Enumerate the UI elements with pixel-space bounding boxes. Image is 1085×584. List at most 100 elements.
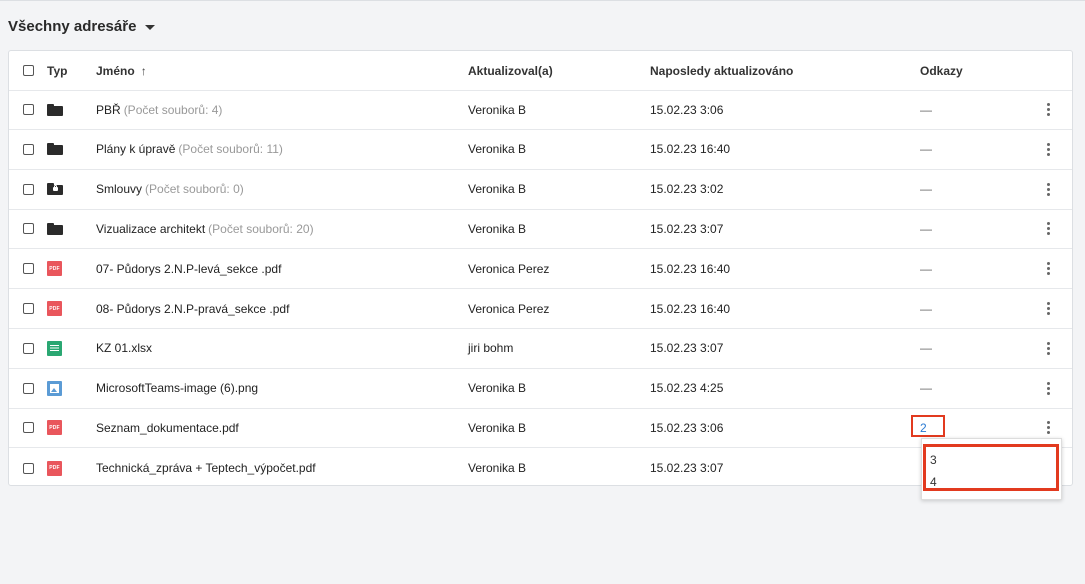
file-name-cell[interactable]: Smlouvy (Počet souborů: 0) bbox=[96, 170, 244, 209]
column-header-name-label: Jméno bbox=[96, 63, 135, 78]
last-updated: 15.02.23 3:07 bbox=[650, 341, 724, 356]
links-empty: — bbox=[920, 102, 932, 117]
links-empty: — bbox=[920, 221, 932, 236]
page-title: Všechny adresáře bbox=[8, 18, 137, 35]
column-header-type[interactable]: Typ bbox=[47, 51, 67, 90]
more-actions-icon[interactable] bbox=[1041, 300, 1056, 317]
updated-by: Veronica Perez bbox=[468, 301, 550, 316]
file-name-cell[interactable]: PBŘ (Počet souborů: 4) bbox=[96, 90, 222, 129]
row-checkbox[interactable] bbox=[23, 462, 34, 474]
row-checkbox[interactable] bbox=[23, 263, 34, 275]
table-row[interactable]: PDF 08- Půdorys 2.N.P-pravá_sekce .pdf V… bbox=[9, 289, 1072, 329]
more-actions-icon[interactable] bbox=[1041, 181, 1056, 198]
links-empty: — bbox=[920, 341, 932, 356]
file-name-cell[interactable]: KZ 01.xlsx bbox=[96, 329, 152, 368]
file-name-cell[interactable]: Technická_zpráva + Teptech_výpočet.pdf bbox=[96, 448, 316, 488]
file-name: Plány k úpravě bbox=[96, 142, 176, 157]
table-row[interactable]: Smlouvy (Počet souborů: 0) Veronika B 15… bbox=[9, 170, 1072, 210]
file-name: PBŘ bbox=[96, 102, 121, 117]
updated-by: Veronika B bbox=[468, 182, 527, 197]
more-actions-icon[interactable] bbox=[1041, 220, 1056, 237]
last-updated: 15.02.23 3:06 bbox=[650, 420, 724, 435]
updated-by: Veronica Perez bbox=[468, 261, 550, 276]
links-empty: — bbox=[920, 182, 932, 197]
row-checkbox[interactable] bbox=[23, 104, 34, 115]
folder-icon bbox=[47, 103, 63, 116]
file-count: (Počet souborů: 11) bbox=[178, 142, 283, 157]
file-name: 08- Půdorys 2.N.P-pravá_sekce .pdf bbox=[96, 301, 290, 316]
last-updated: 15.02.23 3:07 bbox=[650, 221, 724, 236]
last-updated: 15.02.23 3:07 bbox=[650, 461, 724, 476]
select-all-checkbox[interactable] bbox=[23, 65, 34, 76]
dropdown-item[interactable]: 3 bbox=[930, 453, 937, 467]
more-actions-icon[interactable] bbox=[1041, 340, 1056, 357]
dropdown-item[interactable]: 4 bbox=[930, 475, 937, 489]
more-actions-icon[interactable] bbox=[1041, 141, 1056, 158]
links-empty: — bbox=[920, 301, 932, 316]
sort-ascending-icon: ↑ bbox=[140, 63, 147, 78]
table-row[interactable]: MicrosoftTeams-image (6).png Veronika B … bbox=[9, 369, 1072, 409]
links-empty: — bbox=[920, 261, 932, 276]
links-count[interactable]: 2 bbox=[920, 421, 927, 435]
file-name: Smlouvy bbox=[96, 182, 143, 197]
file-name-cell[interactable]: Plány k úpravě (Počet souborů: 11) bbox=[96, 130, 283, 169]
links-empty: — bbox=[920, 142, 932, 157]
all-directories-dropdown[interactable]: Všechny adresáře bbox=[8, 18, 156, 35]
table-row[interactable]: PDF Technická_zpráva + Teptech_výpočet.p… bbox=[9, 448, 1072, 488]
links-dropdown: 3 4 bbox=[921, 438, 1062, 500]
updated-by: Veronika B bbox=[468, 461, 527, 476]
spreadsheet-icon bbox=[47, 340, 62, 356]
row-checkbox[interactable] bbox=[23, 342, 34, 354]
more-actions-icon[interactable] bbox=[1041, 380, 1056, 397]
column-header-links[interactable]: Odkazy bbox=[920, 51, 963, 90]
dropdown-highlight-box bbox=[923, 444, 1059, 491]
file-name: Seznam_dokumentace.pdf bbox=[96, 420, 239, 435]
file-name-cell[interactable]: 08- Půdorys 2.N.P-pravá_sekce .pdf bbox=[96, 289, 289, 328]
last-updated: 15.02.23 3:02 bbox=[650, 182, 724, 197]
table-row[interactable]: PDF Seznam_dokumentace.pdf Veronika B 15… bbox=[9, 408, 1072, 449]
row-checkbox[interactable] bbox=[23, 422, 34, 434]
row-checkbox[interactable] bbox=[23, 143, 34, 155]
pdf-icon: PDF bbox=[47, 261, 62, 277]
file-count: (Počet souborů: 20) bbox=[208, 221, 314, 236]
table-row[interactable]: KZ 01.xlsx jiri bohm 15.02.23 3:07 — bbox=[9, 329, 1072, 369]
pdf-icon: PDF bbox=[47, 460, 62, 476]
row-checkbox[interactable] bbox=[23, 223, 34, 235]
updated-by: Veronika B bbox=[468, 221, 527, 236]
file-name: Technická_zpráva + Teptech_výpočet.pdf bbox=[96, 461, 316, 476]
file-name-cell[interactable]: MicrosoftTeams-image (6).png bbox=[96, 369, 258, 408]
files-table: Typ Jméno ↑ Aktualizoval(a) Naposledy ak… bbox=[8, 50, 1073, 486]
file-name: MicrosoftTeams-image (6).png bbox=[96, 381, 259, 396]
updated-by: Veronika B bbox=[468, 142, 527, 157]
row-checkbox[interactable] bbox=[23, 382, 34, 394]
table-row[interactable]: Plány k úpravě (Počet souborů: 11) Veron… bbox=[9, 130, 1072, 170]
folder-icon bbox=[47, 143, 63, 156]
last-updated: 15.02.23 16:40 bbox=[650, 261, 731, 276]
pdf-icon: PDF bbox=[47, 420, 62, 436]
table-row[interactable]: PDF 07- Půdorys 2.N.P-levá_sekce .pdf Ve… bbox=[9, 249, 1072, 290]
file-count: (Počet souborů: 4) bbox=[123, 102, 223, 117]
table-row[interactable]: PBŘ (Počet souborů: 4) Veronika B 15.02.… bbox=[9, 90, 1072, 130]
folder-icon bbox=[47, 222, 63, 235]
file-name-cell[interactable]: 07- Půdorys 2.N.P-levá_sekce .pdf bbox=[96, 249, 281, 288]
more-actions-icon[interactable] bbox=[1041, 101, 1056, 118]
table-header-row: Typ Jméno ↑ Aktualizoval(a) Naposledy ak… bbox=[9, 51, 1072, 91]
column-header-updated-by[interactable]: Aktualizoval(a) bbox=[468, 51, 553, 90]
file-count: (Počet souborů: 0) bbox=[145, 182, 244, 197]
row-checkbox[interactable] bbox=[23, 183, 34, 195]
more-actions-icon[interactable] bbox=[1041, 419, 1056, 436]
more-actions-icon[interactable] bbox=[1041, 260, 1056, 277]
table-row[interactable]: Vizualizace architekt (Počet souborů: 20… bbox=[9, 209, 1072, 250]
column-header-name[interactable]: Jméno ↑ bbox=[96, 51, 147, 90]
locked-folder-icon bbox=[47, 183, 63, 196]
column-header-last-updated[interactable]: Naposledy aktualizováno bbox=[650, 51, 793, 90]
file-name-cell[interactable]: Vizualizace architekt (Počet souborů: 20… bbox=[96, 209, 314, 248]
file-name-cell[interactable]: Seznam_dokumentace.pdf bbox=[96, 408, 239, 447]
row-checkbox[interactable] bbox=[23, 303, 34, 314]
pdf-icon: PDF bbox=[47, 301, 62, 316]
updated-by: jiri bohm bbox=[468, 341, 514, 356]
last-updated: 15.02.23 4:25 bbox=[650, 381, 724, 396]
last-updated: 15.02.23 16:40 bbox=[650, 301, 731, 316]
file-name: Vizualizace architekt bbox=[96, 221, 206, 236]
last-updated: 15.02.23 3:06 bbox=[650, 102, 724, 117]
